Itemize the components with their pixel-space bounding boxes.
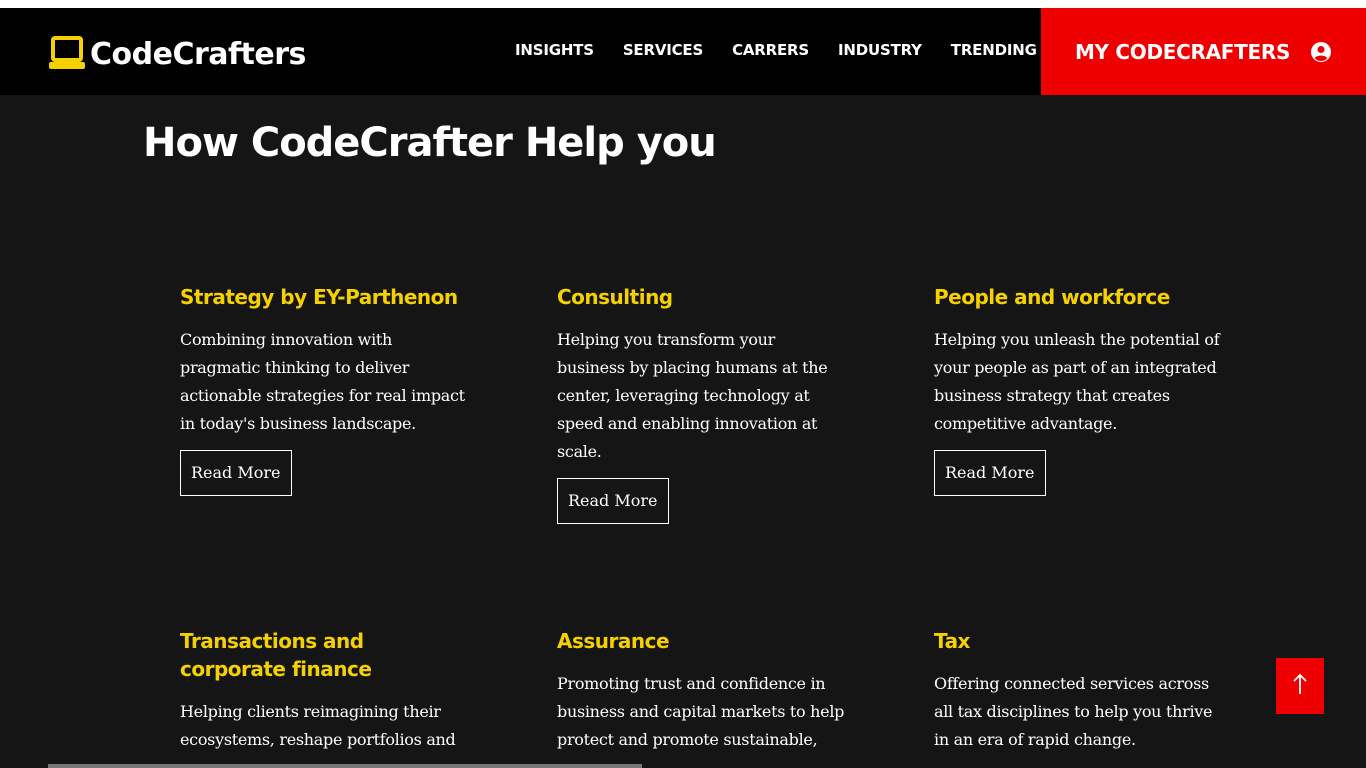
my-codecrafters-label: MY CODECRAFTERS [1074,39,1291,64]
card-description: Helping you unleash the potential of you… [934,330,1220,433]
read-more-button[interactable]: Read More [180,450,292,496]
nav-services[interactable]: SERVICES [623,41,703,59]
card-title: People and workforce [934,285,1170,309]
nav-careers[interactable]: CARRERS [732,41,809,59]
nav-industry[interactable]: INDUSTRY [838,41,922,59]
nav-services-label: SERVICES [622,41,704,59]
nav-industry-label: INDUSTRY [838,41,922,59]
card-title: Consulting [557,285,673,309]
my-codecrafters-button[interactable]: MY CODECRAFTERS [1041,8,1366,95]
card-title: Assurance [557,629,670,653]
main-nav: INSIGHTS SERVICES CARRERS INDUSTRY TREND… [515,41,1086,59]
arrow-up-icon [1292,673,1308,700]
service-card-strategy: Strategy by EY-Parthenon Combining innov… [180,283,470,496]
service-card-tax: Tax Offering connected services across a… [934,627,1224,754]
service-card-people: People and workforce Helping you unleash… [934,283,1224,496]
nav-trending-label: TRENDING [950,41,1037,59]
browser-top-strip [0,0,1366,8]
user-circle-icon [1310,41,1332,63]
scroll-to-top-button[interactable] [1276,658,1324,714]
card-description: Combining innovation with pragmatic thin… [180,330,465,433]
horizontal-scrollbar[interactable] [48,764,642,768]
logo[interactable]: CodeCrafters [48,34,306,74]
page-title: How CodeCrafter Help you [143,120,717,166]
service-card-consulting: Consulting Helping you transform your bu… [557,283,847,524]
card-description: Helping you transform your business by p… [557,330,828,461]
nav-careers-label: CARRERS [732,41,809,59]
brand-name: CodeCrafters [90,36,306,72]
card-description: Promoting trust and confidence in busine… [557,674,845,749]
card-title: Transactions and corporate finance [180,629,372,681]
card-title: Tax [934,629,970,653]
card-title: Strategy by EY-Parthenon [180,285,458,309]
nav-insights-label: INSIGHTS [515,41,594,59]
card-description: Offering connected services across all t… [934,674,1213,749]
card-description: Helping clients reimagining their ecosys… [180,702,456,749]
service-card-transactions: Transactions and corporate finance Helpi… [180,627,470,754]
read-more-button[interactable]: Read More [557,478,669,524]
read-more-button[interactable]: Read More [934,450,1046,496]
service-card-assurance: Assurance Promoting trust and confidence… [557,627,847,754]
laptop-icon [48,36,88,72]
nav-insights[interactable]: INSIGHTS [515,41,594,59]
